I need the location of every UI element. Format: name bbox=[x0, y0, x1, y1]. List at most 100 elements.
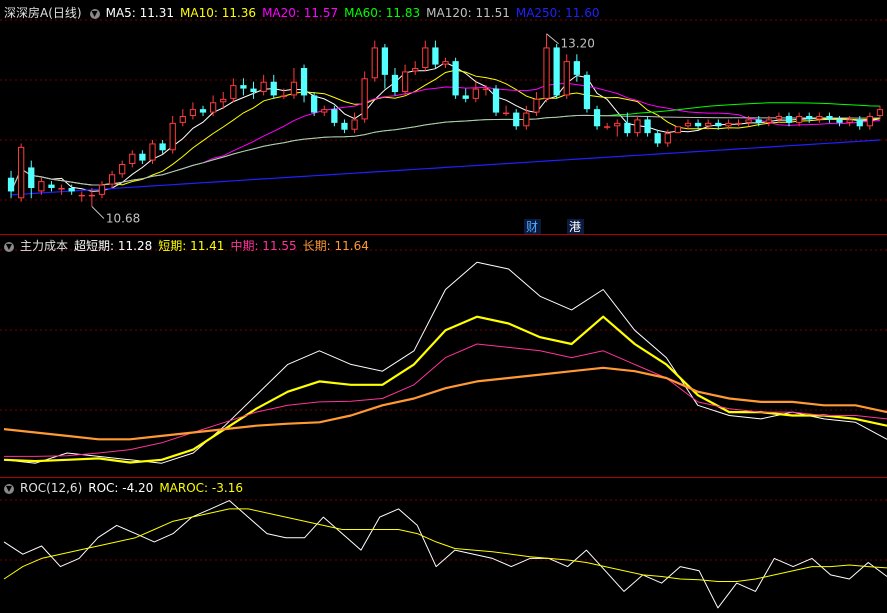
candle-body bbox=[836, 119, 843, 123]
main-indicator-0: MA5: 11.31 bbox=[105, 6, 175, 20]
moving-average-lines bbox=[10, 61, 881, 196]
candle-body bbox=[260, 81, 267, 93]
candle-body bbox=[513, 112, 520, 127]
cost-series-3 bbox=[3, 366, 887, 441]
candle bbox=[785, 112, 793, 127]
candle-body bbox=[422, 47, 429, 68]
candlestick-series[interactable] bbox=[7, 33, 884, 207]
candle-body bbox=[664, 133, 671, 144]
candle-body bbox=[846, 119, 853, 123]
candle-body bbox=[169, 122, 176, 151]
main-indicator-2: MA20: 11.57 bbox=[262, 6, 339, 20]
chevron-down-icon[interactable]: ▼ bbox=[4, 242, 14, 252]
main-indicator-1: MA10: 11.36 bbox=[180, 6, 257, 20]
roc-indicator-0: ROC: -4.20 bbox=[88, 481, 154, 495]
candle bbox=[139, 150, 146, 164]
stock-name[interactable]: 深深房A bbox=[4, 6, 48, 20]
candle bbox=[553, 44, 560, 99]
candle bbox=[674, 126, 682, 134]
candle-body bbox=[593, 109, 601, 127]
candle-body bbox=[644, 119, 651, 134]
candle-body bbox=[139, 153, 146, 161]
event-badge-label: 港 bbox=[569, 220, 581, 234]
candle-body bbox=[715, 122, 722, 127]
candle-body bbox=[88, 194, 96, 197]
candle-body bbox=[684, 122, 692, 127]
candle bbox=[351, 112, 358, 134]
candle bbox=[341, 119, 348, 134]
chevron-down-icon[interactable]: ▼ bbox=[89, 9, 100, 19]
roc-series-1 bbox=[3, 508, 887, 582]
cost-panel-title[interactable]: 主力成本 bbox=[20, 239, 68, 253]
candle bbox=[149, 140, 156, 164]
candle-body bbox=[391, 74, 399, 92]
chevron-down-icon[interactable]: ▼ bbox=[4, 484, 14, 494]
candle-body bbox=[38, 181, 45, 192]
candle bbox=[775, 112, 783, 123]
candle bbox=[129, 150, 136, 168]
candle bbox=[816, 112, 823, 123]
candle bbox=[644, 116, 651, 137]
candle-body bbox=[604, 126, 611, 128]
candle-body bbox=[452, 61, 459, 96]
candle-body bbox=[331, 109, 338, 123]
candle bbox=[826, 112, 833, 123]
candle bbox=[422, 40, 429, 72]
main-cost-lines bbox=[3, 261, 887, 464]
main-indicator-3: MA60: 11.83 bbox=[344, 6, 421, 20]
roc-panel-title[interactable]: ROC(12,6) bbox=[20, 481, 82, 495]
candle-body bbox=[7, 177, 15, 192]
candle-body bbox=[361, 78, 368, 120]
candle-body bbox=[381, 47, 389, 75]
stock-chart[interactable]: 13.20 10.68 财 港 bbox=[0, 0, 887, 613]
ma5-line bbox=[10, 61, 881, 192]
candle-body bbox=[199, 109, 207, 113]
candle-body bbox=[502, 112, 510, 115]
candle bbox=[119, 160, 126, 178]
candle-body bbox=[583, 74, 591, 110]
candle-body bbox=[58, 188, 65, 190]
cost-indicator-2: 中期: 11.55 bbox=[230, 239, 297, 253]
candle bbox=[381, 44, 389, 89]
candle bbox=[412, 61, 419, 75]
candle bbox=[290, 68, 298, 99]
candle-body bbox=[371, 47, 378, 79]
high-price-label: 13.20 bbox=[561, 37, 595, 51]
candle-body bbox=[795, 116, 803, 123]
candle-body bbox=[705, 122, 712, 127]
roc-indicator-1: MAROC: -3.16 bbox=[159, 481, 243, 495]
candle bbox=[179, 109, 186, 127]
candle-body bbox=[614, 122, 621, 127]
candle-body bbox=[694, 122, 702, 127]
candle-body bbox=[412, 68, 419, 72]
candle-body bbox=[159, 143, 166, 151]
ma20-line bbox=[10, 82, 880, 192]
candle-body bbox=[543, 47, 550, 99]
candle-body bbox=[745, 119, 752, 123]
candle bbox=[260, 74, 267, 96]
candle bbox=[371, 40, 378, 82]
candle bbox=[361, 71, 368, 123]
candle bbox=[199, 105, 207, 116]
candle bbox=[614, 119, 621, 137]
candle bbox=[502, 105, 510, 116]
candle-body bbox=[300, 68, 308, 96]
candle-body bbox=[826, 116, 833, 120]
candle-body bbox=[735, 122, 742, 125]
candle bbox=[98, 181, 106, 199]
candle bbox=[876, 105, 884, 120]
candle-body bbox=[311, 95, 318, 113]
candle bbox=[78, 191, 85, 202]
cost-indicator-3: 长期: 11.64 bbox=[302, 239, 369, 253]
candle-body bbox=[634, 119, 641, 134]
candle-body bbox=[775, 116, 783, 120]
candle-body bbox=[240, 85, 247, 89]
candle bbox=[391, 68, 399, 96]
candle-body bbox=[220, 98, 227, 103]
candle bbox=[563, 54, 570, 99]
candle-body bbox=[573, 61, 580, 75]
candle bbox=[58, 184, 65, 195]
cost-panel-header: ▼ 主力成本 超短期: 11.28 短期: 11.41 中期: 11.55 长期: 11.… bbox=[4, 237, 381, 254]
candle bbox=[321, 105, 328, 116]
candle-body bbox=[725, 122, 732, 127]
